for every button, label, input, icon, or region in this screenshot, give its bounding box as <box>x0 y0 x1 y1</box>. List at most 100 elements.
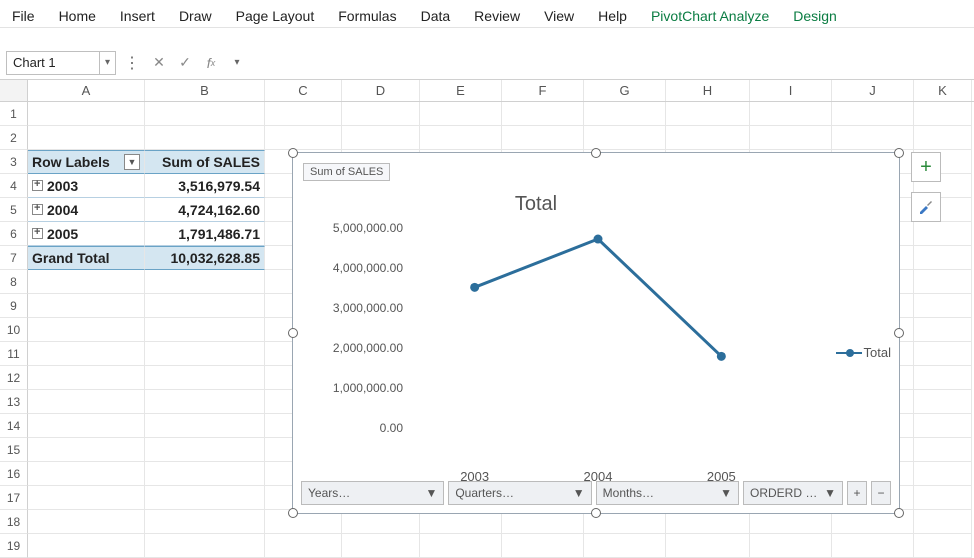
expand-icon[interactable] <box>32 204 43 215</box>
col-header-a[interactable]: A <box>28 80 145 101</box>
cell[interactable] <box>145 318 265 342</box>
cell[interactable] <box>750 102 832 126</box>
cell[interactable] <box>750 534 832 558</box>
name-box[interactable]: Chart 1 ▾ <box>6 51 116 75</box>
cell[interactable] <box>584 102 666 126</box>
row-header[interactable]: 19 <box>0 534 28 558</box>
cell[interactable] <box>832 534 914 558</box>
name-box-value[interactable]: Chart 1 <box>7 55 99 70</box>
cell[interactable] <box>914 270 972 294</box>
pivot-row-label[interactable]: 2005 <box>28 222 145 246</box>
row-header[interactable]: 3 <box>0 150 28 174</box>
tab-formulas[interactable]: Formulas <box>326 4 408 28</box>
cell[interactable] <box>145 486 265 510</box>
cell[interactable] <box>420 102 502 126</box>
cell[interactable] <box>145 342 265 366</box>
col-header-c[interactable]: C <box>265 80 342 101</box>
resize-handle-e[interactable] <box>894 328 904 338</box>
cell[interactable] <box>28 342 145 366</box>
row-header[interactable]: 9 <box>0 294 28 318</box>
chart-legend[interactable]: Total <box>836 345 891 360</box>
filter-months[interactable]: Months…▼ <box>596 481 739 505</box>
chart-title[interactable]: Total <box>293 193 779 216</box>
cell[interactable] <box>914 486 972 510</box>
col-header-e[interactable]: E <box>420 80 502 101</box>
cell[interactable] <box>145 102 265 126</box>
tab-pivotchart-analyze[interactable]: PivotChart Analyze <box>639 4 781 28</box>
pivot-row-value[interactable]: 3,516,979.54 <box>145 174 265 198</box>
cell[interactable] <box>584 126 666 150</box>
cell[interactable] <box>750 126 832 150</box>
pivot-header-values[interactable]: Sum of SALES <box>145 150 265 174</box>
row-header[interactable]: 18 <box>0 510 28 534</box>
cell[interactable] <box>914 534 972 558</box>
cell[interactable] <box>28 510 145 534</box>
cell[interactable] <box>342 126 420 150</box>
pivot-grand-total-label[interactable]: Grand Total <box>28 246 145 270</box>
row-header[interactable]: 16 <box>0 462 28 486</box>
chart-elements-button[interactable]: + <box>911 152 941 182</box>
cancel-formula-icon[interactable]: ✕ <box>148 51 170 75</box>
col-header-b[interactable]: B <box>145 80 265 101</box>
cell[interactable] <box>28 414 145 438</box>
col-header-i[interactable]: I <box>750 80 832 101</box>
resize-handle-w[interactable] <box>288 328 298 338</box>
col-header-j[interactable]: J <box>832 80 914 101</box>
cell[interactable] <box>28 366 145 390</box>
col-header-g[interactable]: G <box>584 80 666 101</box>
chart-styles-button[interactable] <box>911 192 941 222</box>
filter-quarters[interactable]: Quarters…▼ <box>448 481 591 505</box>
row-header[interactable]: 17 <box>0 486 28 510</box>
cell[interactable] <box>145 414 265 438</box>
row-header[interactable]: 15 <box>0 438 28 462</box>
cell[interactable] <box>28 390 145 414</box>
resize-handle-sw[interactable] <box>288 508 298 518</box>
plot-area[interactable]: 0.001,000,000.002,000,000.003,000,000.00… <box>313 228 783 458</box>
cell[interactable] <box>914 438 972 462</box>
chart-values-badge[interactable]: Sum of SALES <box>303 163 390 181</box>
cell[interactable] <box>832 126 914 150</box>
row-header[interactable]: 13 <box>0 390 28 414</box>
fx-icon[interactable]: fx <box>200 51 222 75</box>
cell[interactable] <box>145 534 265 558</box>
row-header[interactable]: 8 <box>0 270 28 294</box>
cell[interactable] <box>28 462 145 486</box>
cell[interactable] <box>145 126 265 150</box>
tab-draw[interactable]: Draw <box>167 4 224 28</box>
cell[interactable] <box>145 390 265 414</box>
resize-handle-se[interactable] <box>894 508 904 518</box>
pivot-row-value[interactable]: 1,791,486.71 <box>145 222 265 246</box>
tab-file[interactable]: File <box>0 4 47 28</box>
row-header[interactable]: 7 <box>0 246 28 270</box>
cell[interactable] <box>28 102 145 126</box>
cell[interactable] <box>28 270 145 294</box>
cell[interactable] <box>28 318 145 342</box>
cell[interactable] <box>914 318 972 342</box>
cell[interactable] <box>502 102 584 126</box>
cell[interactable] <box>584 534 666 558</box>
tab-review[interactable]: Review <box>462 4 532 28</box>
pivot-header-rowlabels[interactable]: Row Labels▼ <box>28 150 145 174</box>
pivot-row-label[interactable]: 2003 <box>28 174 145 198</box>
cell[interactable] <box>914 414 972 438</box>
col-header-k[interactable]: K <box>914 80 972 101</box>
row-header[interactable]: 6 <box>0 222 28 246</box>
cell[interactable] <box>914 102 972 126</box>
cell[interactable] <box>145 270 265 294</box>
expand-all-button[interactable]: + <box>847 481 867 505</box>
enter-formula-icon[interactable]: ✓ <box>174 51 196 75</box>
cell[interactable] <box>28 486 145 510</box>
resize-handle-n[interactable] <box>591 148 601 158</box>
cell[interactable] <box>28 294 145 318</box>
filter-years[interactable]: Years…▼ <box>301 481 444 505</box>
cell[interactable] <box>666 534 750 558</box>
pivot-filter-dropdown-icon[interactable]: ▼ <box>124 154 140 170</box>
col-header-f[interactable]: F <box>502 80 584 101</box>
row-header[interactable]: 11 <box>0 342 28 366</box>
row-header[interactable]: 12 <box>0 366 28 390</box>
cell[interactable] <box>265 126 342 150</box>
cell[interactable] <box>832 102 914 126</box>
cell[interactable] <box>145 366 265 390</box>
tab-data[interactable]: Data <box>409 4 463 28</box>
expand-icon[interactable] <box>32 180 43 191</box>
